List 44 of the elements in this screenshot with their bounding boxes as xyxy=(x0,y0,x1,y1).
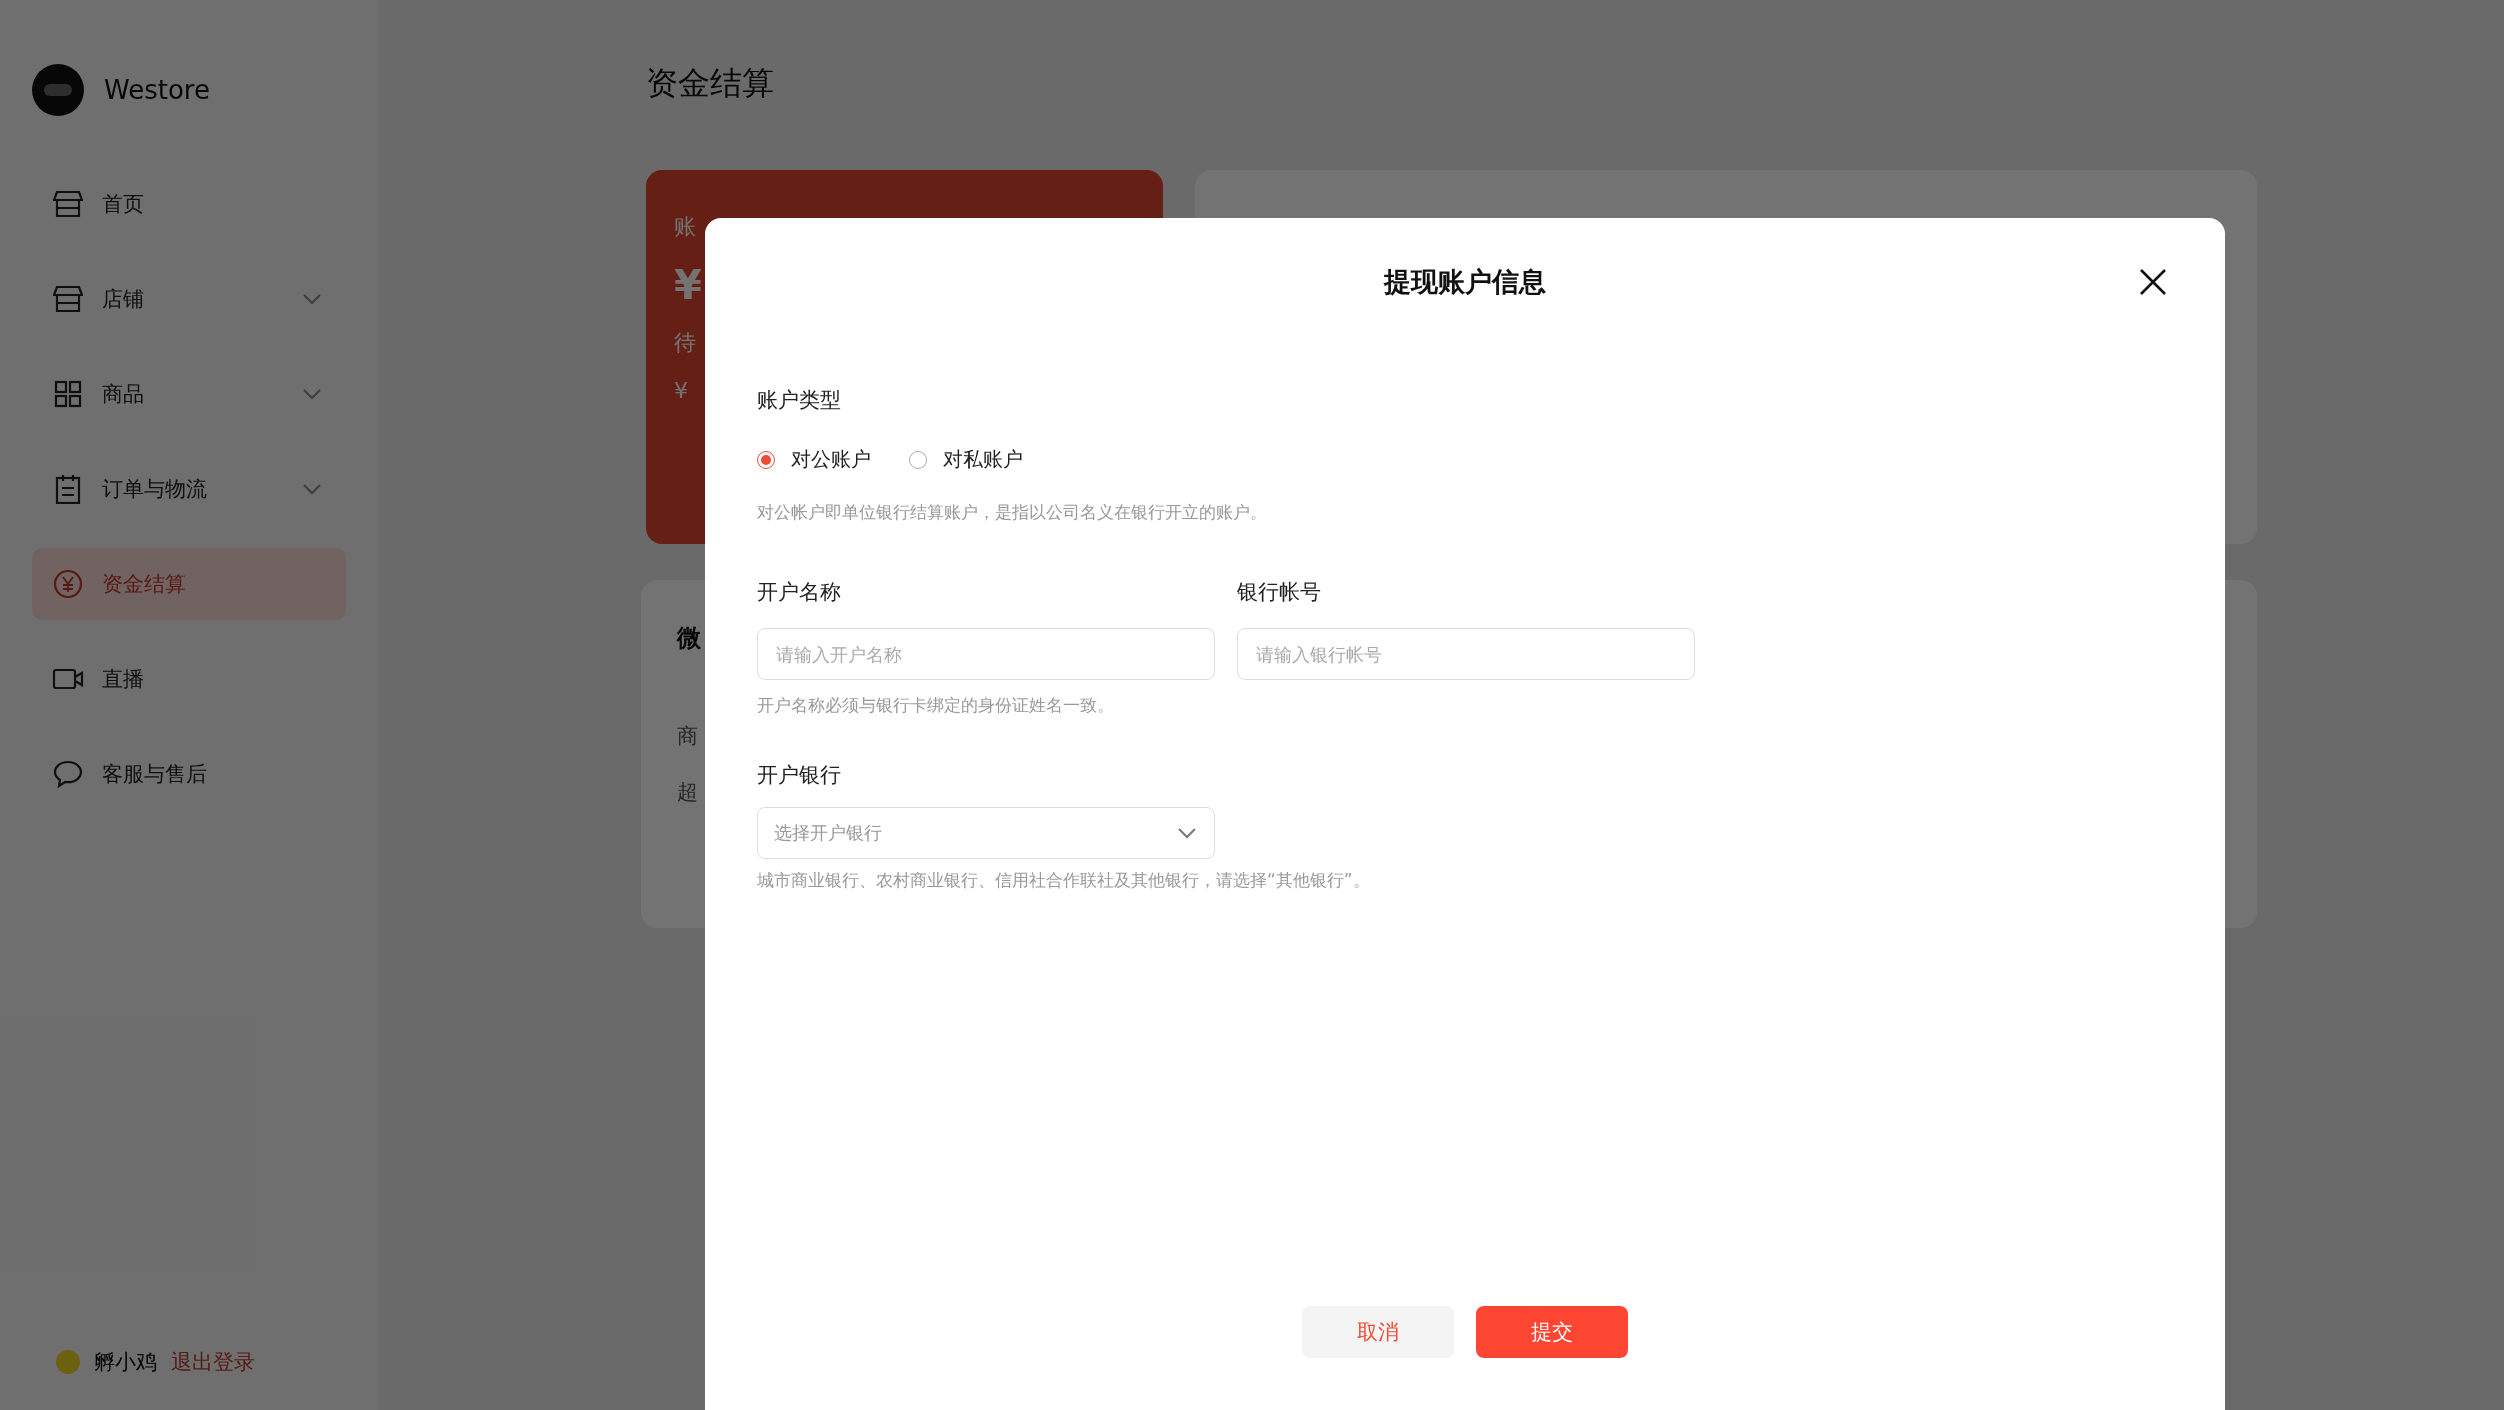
nav-item[interactable]: 店铺 xyxy=(32,263,346,335)
field-label: 开户银行 xyxy=(757,762,842,789)
card-text: 商 xyxy=(677,723,698,750)
store-icon xyxy=(53,190,83,218)
nav-item[interactable]: 商品 xyxy=(32,358,346,430)
brand-name: Westore xyxy=(104,75,210,105)
bank-select[interactable]: 选择开户银行 xyxy=(757,807,1215,859)
nav-item[interactable]: 首页 xyxy=(32,168,346,240)
chevron-down-icon xyxy=(1178,827,1196,839)
radio-option[interactable]: 对私账户 xyxy=(909,446,1023,473)
modal-title: 提现账户信息 xyxy=(1384,265,1546,299)
balance-label: 账 xyxy=(674,213,696,241)
hint-text: 城市商业银行、农村商业银行、信用社合作联社及其他银行，请选择“其他银行”。 xyxy=(757,869,1371,892)
nav-item[interactable]: 资金结算 xyxy=(32,548,346,620)
pending-amount: ¥ xyxy=(674,378,688,403)
hint-text: 对公帐户即单位银行结算账户，是指以公司名义在银行开立的账户。 xyxy=(757,501,1268,524)
nav-item[interactable]: 直播 xyxy=(32,643,346,715)
grid-icon xyxy=(54,380,82,408)
chat-bubble-icon xyxy=(53,760,83,788)
balance-amount: ¥ xyxy=(674,262,702,308)
clipboard-icon xyxy=(55,474,81,504)
page-title: 资金结算 xyxy=(646,63,775,104)
field-label: 账户类型 xyxy=(757,387,842,414)
card-text: 超 xyxy=(677,779,698,806)
yen-icon xyxy=(53,569,83,599)
cancel-button[interactable]: 取消 xyxy=(1302,1306,1454,1358)
card-title: 微 xyxy=(677,623,701,654)
input-field[interactable]: 请输入开户名称 xyxy=(757,628,1215,680)
hint-text: 开户名称必须与银行卡绑定的身份证姓名一致。 xyxy=(757,694,1115,717)
store-icon xyxy=(53,285,83,313)
input-field[interactable]: 请输入银行帐号 xyxy=(1237,628,1695,680)
close-icon[interactable] xyxy=(2139,268,2167,296)
logout-link[interactable]: 退出登录 xyxy=(171,1348,255,1376)
nav-item[interactable]: 订单与物流 xyxy=(32,453,346,525)
submit-button[interactable]: 提交 xyxy=(1476,1306,1628,1358)
user-name: 孵小鸡 xyxy=(94,1349,157,1376)
video-camera-icon xyxy=(52,667,84,691)
pending-label: 待 xyxy=(674,329,696,357)
nav-item[interactable]: 客服与售后 xyxy=(32,738,346,810)
logo-icon xyxy=(32,64,84,116)
field-label: 开户名称 xyxy=(757,579,842,606)
field-label: 银行帐号 xyxy=(1237,579,1322,606)
radio-option[interactable]: 对公账户 xyxy=(757,446,871,473)
avatar xyxy=(56,1350,80,1374)
